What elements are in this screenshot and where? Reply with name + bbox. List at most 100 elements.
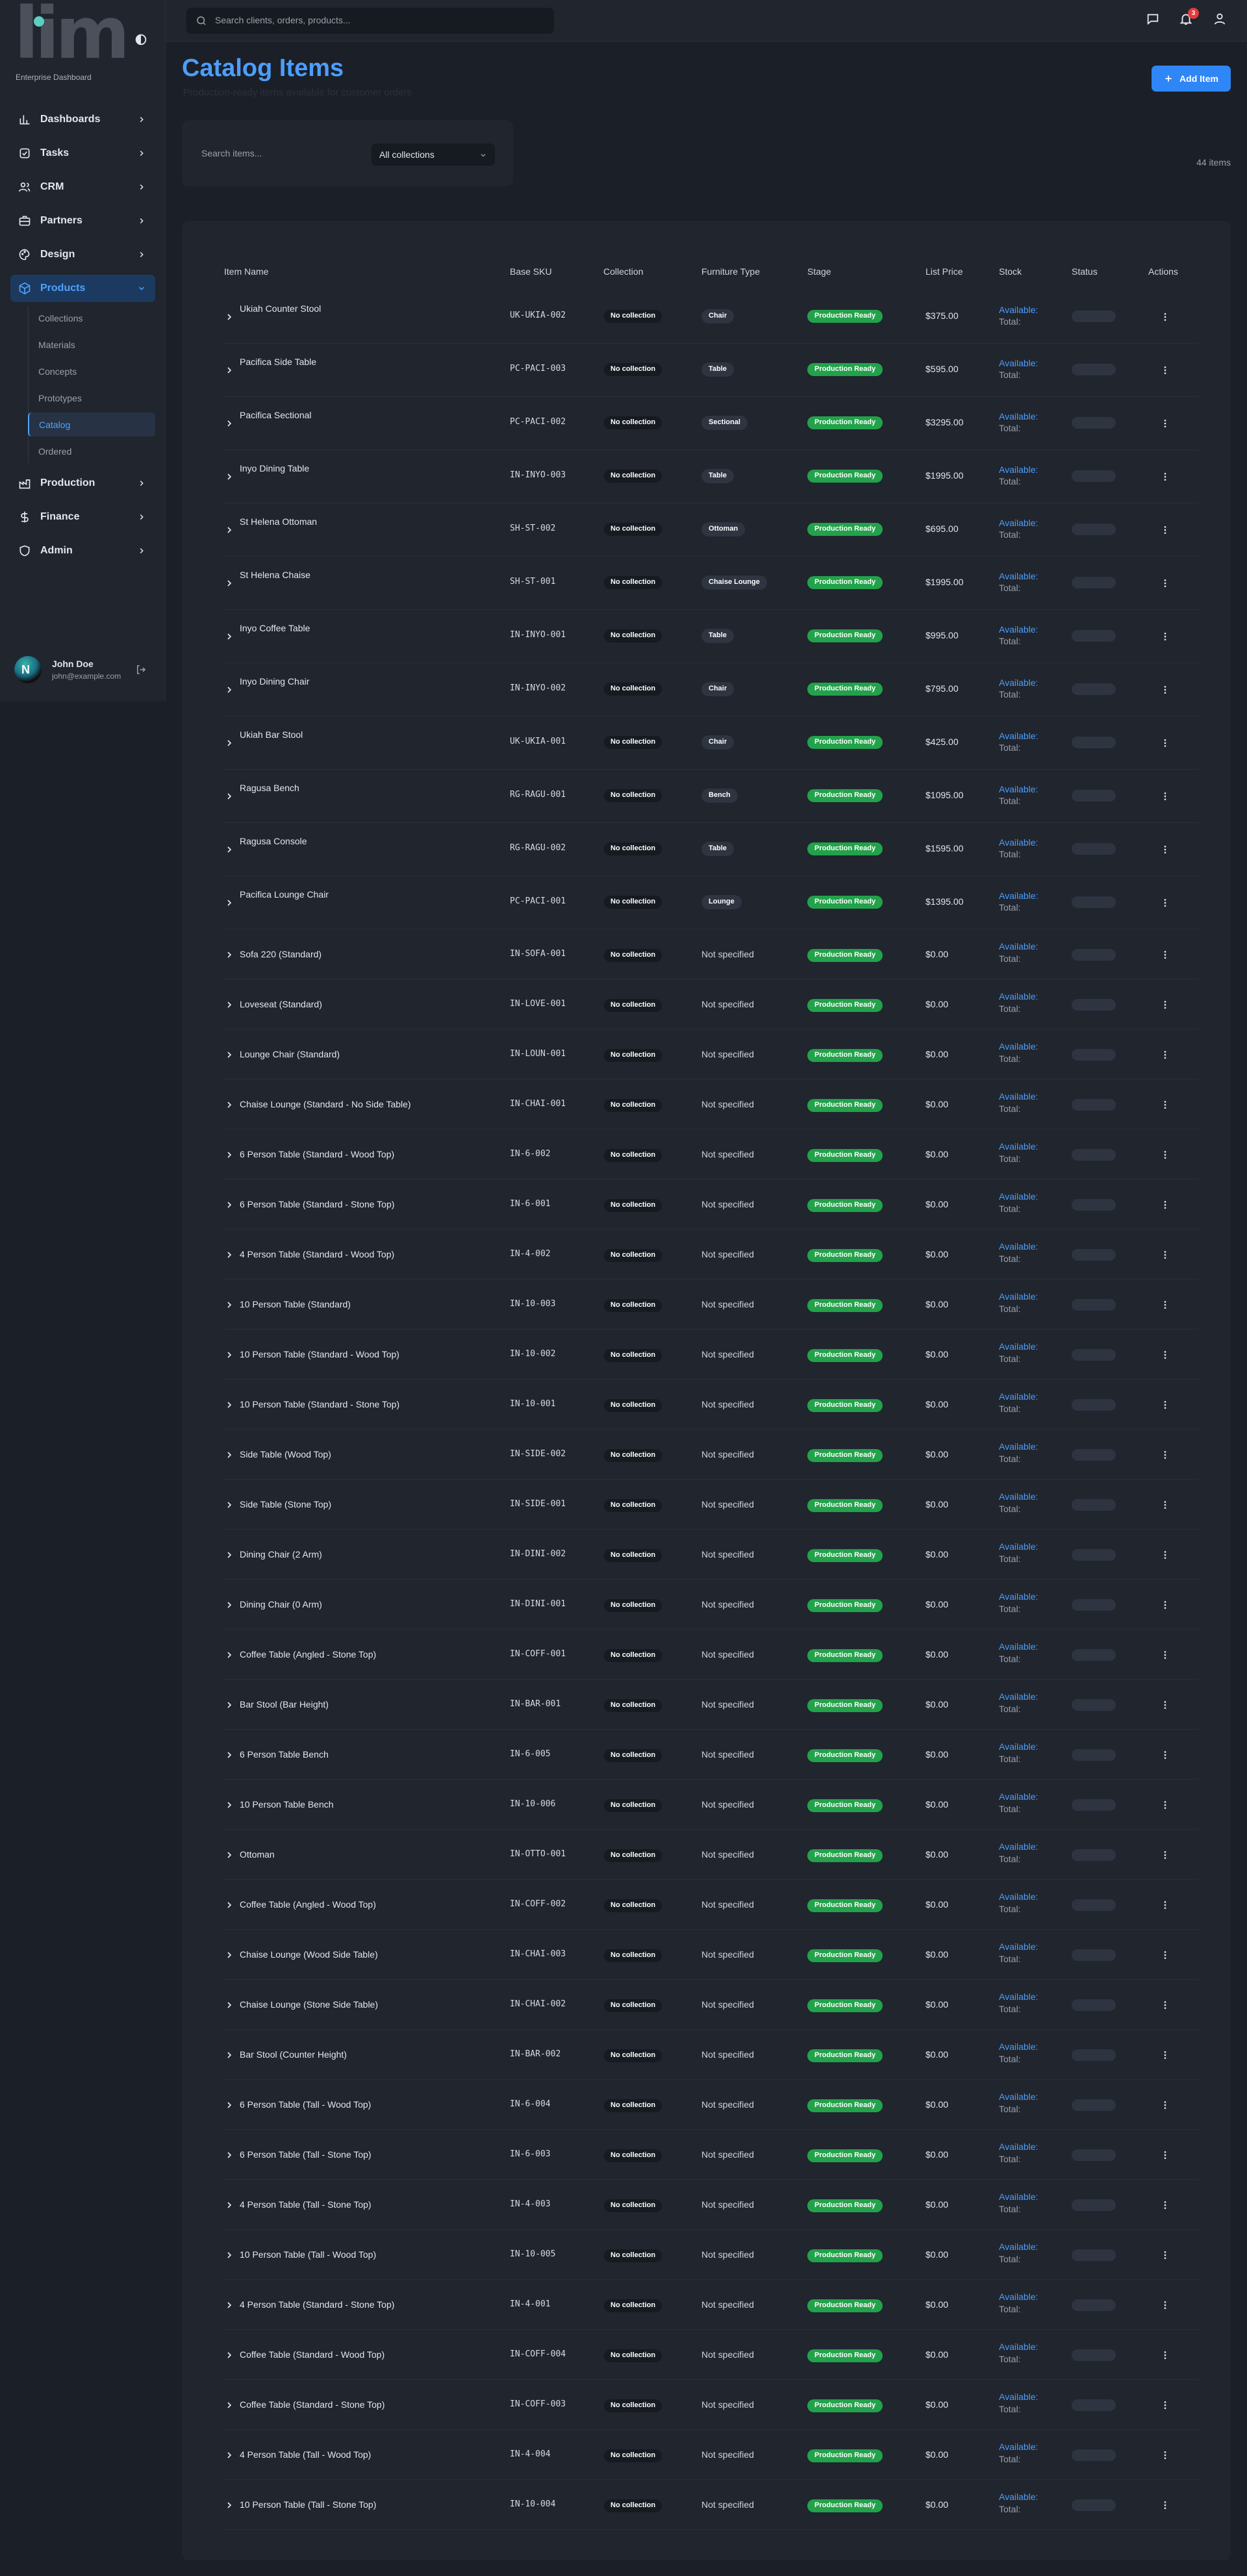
more-actions-icon[interactable] [1160, 2150, 1170, 2160]
stock-available-link[interactable]: Available: [999, 1091, 1038, 1102]
sidebar-item-admin[interactable]: Admin [10, 537, 155, 564]
stock-available-link[interactable]: Available: [999, 624, 1038, 635]
stock-available-link[interactable]: Available: [999, 1441, 1038, 1452]
item-name[interactable]: 4 Person Table (Standard - Wood Top) [240, 1249, 394, 1259]
stock-available-link[interactable]: Available: [999, 1991, 1038, 2002]
table-row[interactable]: 10 Person Table (Tall - Stone Top) IN-10-… [224, 2480, 1198, 2530]
table-row[interactable]: 6 Person Table Bench IN-6-005 No collectio… [224, 1730, 1198, 1780]
item-name[interactable]: 10 Person Table (Tall - Wood Top) [240, 2249, 376, 2260]
chevron-right-icon[interactable] [224, 2200, 234, 2210]
more-actions-icon[interactable] [1160, 685, 1170, 695]
table-row[interactable]: Bar Stool (Bar Height) IN-BAR-001 No colle… [224, 1680, 1198, 1730]
more-actions-icon[interactable] [1160, 1000, 1170, 1010]
more-actions-icon[interactable] [1160, 1550, 1170, 1560]
item-name[interactable]: 6 Person Table (Standard - Wood Top) [240, 1149, 394, 1159]
chevron-right-icon[interactable] [224, 1150, 234, 1160]
chevron-right-icon[interactable] [224, 312, 234, 322]
chevron-right-icon[interactable] [224, 1600, 234, 1610]
item-name[interactable]: 10 Person Table (Standard) [240, 1299, 351, 1309]
header-stock[interactable]: Stock [999, 266, 1022, 277]
item-name[interactable]: Ragusa Bench [240, 783, 299, 793]
more-actions-icon[interactable] [1160, 365, 1170, 375]
chevron-right-icon[interactable] [224, 1100, 234, 1110]
chevron-right-icon[interactable] [224, 1850, 234, 1860]
theme-toggle-icon[interactable] [134, 32, 148, 47]
stock-available-link[interactable]: Available: [999, 837, 1038, 848]
sidebar-item-design[interactable]: Design [10, 241, 155, 268]
more-actions-icon[interactable] [1160, 1300, 1170, 1310]
table-row[interactable]: Ukiah Counter Stool UK-UKIA-002 No collect… [224, 290, 1198, 344]
item-name[interactable]: Inyo Dining Table [240, 463, 309, 474]
global-search-input[interactable]: Search clients, orders, products... [215, 15, 351, 25]
table-row[interactable]: 6 Person Table (Tall - Wood Top) IN-6-004… [224, 2080, 1198, 2130]
stock-available-link[interactable]: Available: [999, 2342, 1038, 2352]
chevron-right-icon[interactable] [224, 685, 234, 695]
chevron-right-icon[interactable] [224, 1650, 234, 1660]
table-row[interactable]: 4 Person Table (Tall - Wood Top) IN-4-004… [224, 2430, 1198, 2480]
stock-available-link[interactable]: Available: [999, 411, 1038, 422]
chevron-right-icon[interactable] [224, 2050, 234, 2060]
chevron-right-icon[interactable] [224, 365, 234, 375]
chevron-right-icon[interactable] [224, 1950, 234, 1960]
table-row[interactable]: 10 Person Table (Tall - Wood Top) IN-10-0… [224, 2230, 1198, 2280]
more-actions-icon[interactable] [1160, 1950, 1170, 1960]
chevron-right-icon[interactable] [224, 2150, 234, 2160]
chevron-right-icon[interactable] [224, 472, 234, 482]
more-actions-icon[interactable] [1160, 1400, 1170, 1410]
table-row[interactable]: Side Table (Stone Top) IN-SIDE-001 No coll… [224, 1480, 1198, 1530]
table-row[interactable]: Loveseat (Standard) IN-LOVE-001 No collect… [224, 979, 1198, 1029]
more-actions-icon[interactable] [1160, 2350, 1170, 2360]
item-name[interactable]: Side Table (Wood Top) [240, 1449, 331, 1459]
more-actions-icon[interactable] [1160, 898, 1170, 908]
table-row[interactable]: Sofa 220 (Standard) IN-SOFA-001 No collect… [224, 929, 1198, 979]
stock-available-link[interactable]: Available: [999, 358, 1038, 368]
stock-available-link[interactable]: Available: [999, 1291, 1038, 1302]
item-name[interactable]: Chaise Lounge (Stone Side Table) [240, 1999, 378, 2010]
more-actions-icon[interactable] [1160, 418, 1170, 429]
item-name[interactable]: 10 Person Table Bench [240, 1799, 334, 1810]
table-row[interactable]: Pacifica Sectional PC-PACI-002 No collecti… [224, 397, 1198, 450]
sidebar-item-finance[interactable]: Finance [10, 503, 155, 531]
stock-available-link[interactable]: Available: [999, 1741, 1038, 1752]
logo[interactable]: lim Enterprise Dashboard [14, 0, 144, 82]
more-actions-icon[interactable] [1160, 1700, 1170, 1710]
table-row[interactable]: 10 Person Table (Standard - Stone Top) IN… [224, 1380, 1198, 1430]
more-actions-icon[interactable] [1160, 2500, 1170, 2510]
user-menu-icon[interactable] [1213, 12, 1228, 27]
stock-available-link[interactable]: Available: [999, 1791, 1038, 1802]
subnav-item-catalog[interactable]: Catalog [28, 412, 155, 436]
more-actions-icon[interactable] [1160, 1350, 1170, 1360]
stock-available-link[interactable]: Available: [999, 1491, 1038, 1502]
table-row[interactable]: 4 Person Table (Standard - Stone Top) IN-… [224, 2280, 1198, 2330]
item-name[interactable]: Loveseat (Standard) [240, 999, 322, 1009]
item-name[interactable]: St Helena Ottoman [240, 516, 317, 527]
table-row[interactable]: Coffee Table (Angled - Wood Top) IN-COFF-… [224, 1880, 1198, 1930]
more-actions-icon[interactable] [1160, 1450, 1170, 1460]
messages-icon[interactable] [1146, 12, 1161, 27]
item-name[interactable]: 4 Person Table (Tall - Stone Top) [240, 2199, 372, 2210]
chevron-right-icon[interactable] [224, 1350, 234, 1360]
more-actions-icon[interactable] [1160, 738, 1170, 748]
more-actions-icon[interactable] [1160, 2000, 1170, 2010]
stock-available-link[interactable]: Available: [999, 2141, 1038, 2152]
table-row[interactable]: St Helena Ottoman SH-ST-002 No collection O… [224, 503, 1198, 557]
item-name[interactable]: 10 Person Table (Standard - Wood Top) [240, 1349, 399, 1359]
stock-available-link[interactable]: Available: [999, 2492, 1038, 2502]
subnav-item-ordered[interactable]: Ordered [29, 439, 155, 463]
chevron-right-icon[interactable] [224, 1750, 234, 1760]
chevron-right-icon[interactable] [224, 2000, 234, 2010]
stock-available-link[interactable]: Available: [999, 518, 1038, 528]
more-actions-icon[interactable] [1160, 1800, 1170, 1810]
item-name[interactable]: Coffee Table (Angled - Stone Top) [240, 1649, 376, 1660]
item-name[interactable]: 4 Person Table (Tall - Wood Top) [240, 2449, 371, 2460]
table-row[interactable]: 6 Person Table (Standard - Wood Top) IN-6… [224, 1130, 1198, 1180]
stock-available-link[interactable]: Available: [999, 941, 1038, 952]
more-actions-icon[interactable] [1160, 2050, 1170, 2060]
stock-available-link[interactable]: Available: [999, 1591, 1038, 1602]
more-actions-icon[interactable] [1160, 2250, 1170, 2260]
chevron-right-icon[interactable] [224, 791, 234, 802]
table-row[interactable]: St Helena Chaise SH-ST-001 No collection Ch… [224, 557, 1198, 610]
more-actions-icon[interactable] [1160, 2450, 1170, 2460]
chevron-right-icon[interactable] [224, 578, 234, 588]
chevron-right-icon[interactable] [224, 2350, 234, 2360]
